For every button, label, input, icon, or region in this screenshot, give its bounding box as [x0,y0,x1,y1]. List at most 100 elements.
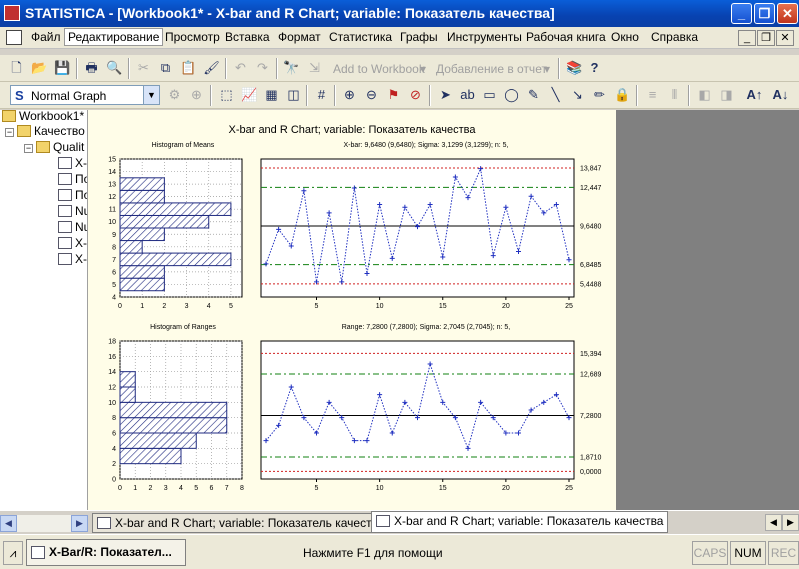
find-icon[interactable]: 🔭 [283,60,300,76]
control-x-tick: 20 [502,303,510,310]
scroll-left-icon[interactable]: ◀ [0,515,17,532]
task-tab[interactable]: X-Bar/R: Показател... [26,539,186,566]
add-to-workbook-dropdown-icon[interactable]: ▾ [420,62,426,76]
books-icon[interactable]: 📚 [566,60,583,76]
brush-icon[interactable]: ⚑ [385,87,402,103]
menu-file[interactable]: Файл [31,30,61,44]
tree-node-item[interactable]: X- [58,156,87,172]
menu-edit[interactable]: Редактирование [64,28,164,46]
menu-statistics[interactable]: Статистика [329,30,392,44]
tree-node-workbook[interactable]: Workbook1* [2,110,84,125]
menu-insert[interactable]: Вставка [225,30,270,44]
print-icon[interactable]: 🖶 [83,60,100,76]
font-increase-icon[interactable]: A↑ [746,87,763,103]
graph-style-select[interactable]: S Normal Graph ▼ [10,85,160,105]
format-painter-icon[interactable]: 🖌 [203,60,220,76]
tab-xbar-chart-1[interactable]: X-bar and R Chart; variable: Показатель … [92,513,390,533]
zoom-out-icon[interactable]: ⊖ [363,87,380,103]
spreadsheet-icon [58,189,72,201]
lock-icon[interactable]: 🔒 [614,87,631,103]
cut-icon[interactable]: ✂ [135,60,152,76]
histogram-y-tick: 7 [112,257,116,264]
redo-icon[interactable]: ↷ [254,60,271,76]
pen-tool-icon[interactable]: ✎ [525,87,542,103]
align-icon[interactable]: ≡ [644,87,661,103]
chart-mode-icon[interactable]: ⩘ [3,541,23,565]
histogram-x-tick: 1 [140,303,144,310]
menu-window[interactable]: Окно [611,30,639,44]
add-to-report-button[interactable]: Добавление в отчет [436,62,547,76]
menu-tools[interactable]: Инструменты [447,30,522,44]
zoom-in-icon[interactable]: ⊕ [341,87,358,103]
graph-zoom-icon[interactable]: ⊕ [188,87,205,103]
scroll-right-icon[interactable]: ▶ [71,515,88,532]
menu-view[interactable]: Просмотр [165,30,220,44]
horizontal-scrollbar[interactable]: ◀ ▶ [0,515,88,532]
rectangle-tool-icon[interactable]: ▭ [481,87,498,103]
pointer-icon[interactable]: ➤ [437,87,454,103]
app-icon[interactable] [4,5,20,21]
tree-node-item[interactable]: По [58,188,87,204]
graph-edit-icon[interactable]: 📈 [241,87,258,103]
open-icon[interactable]: 📂 [31,60,48,76]
tree-node-item[interactable]: X- [58,252,87,268]
histogram-y-tick: 4 [112,446,116,453]
bring-front-icon[interactable]: ◧ [696,87,713,103]
menu-workbook[interactable]: Рабочая книга [526,30,606,44]
undo-icon[interactable]: ↶ [232,60,249,76]
print-preview-icon[interactable]: 🔍 [106,60,123,76]
mdi-restore-button[interactable]: ❐ [757,30,775,46]
close-button[interactable]: ✕ [777,3,798,24]
tree-node-quality[interactable]: − Качество [5,124,85,140]
tabs-scroll-right-icon[interactable]: ▶ [782,514,799,531]
menu-format[interactable]: Формат [278,30,321,44]
arrow-tool-icon[interactable]: ↘ [569,87,586,103]
histogram-x-tick: 6 [210,485,214,492]
histogram-bar [119,447,182,465]
save-icon[interactable]: 💾 [54,60,71,76]
grid-icon[interactable]: # [313,87,330,103]
histogram-y-tick: 10 [108,400,116,407]
text-tool-icon[interactable]: ab [459,87,476,103]
stop-icon[interactable]: ⊘ [407,87,424,103]
add-to-report-dropdown-icon[interactable]: ▾ [544,62,550,76]
mdi-minimize-button[interactable]: _ [738,30,756,46]
collapse-icon[interactable]: − [5,128,14,137]
pencil-tool-icon[interactable]: ✏ [591,87,608,103]
ellipse-tool-icon[interactable]: ◯ [503,87,520,103]
menu-graphs[interactable]: Графы [400,30,438,44]
mdi-close-button[interactable]: ✕ [776,30,794,46]
tree-node-item[interactable]: По [58,172,87,188]
help-text: Нажмите F1 для помощи [303,546,443,560]
line-tool-icon[interactable]: ╲ [547,87,564,103]
graph-option-icon[interactable]: ⚙ [166,87,183,103]
range-subtitle: Range: 7,2800 (7,2800); Sigma: 2,7045 (2… [342,324,511,331]
tab-xbar-chart-2[interactable]: X-bar and R Chart; variable: Показатель … [371,511,669,533]
menu-help[interactable]: Справка [651,30,698,44]
tree-node-item[interactable]: X- [58,236,87,252]
tree-node-quality-control[interactable]: − Qualit [24,140,84,156]
workbook-tree: Workbook1* −Качество −Qualit X-ПоПоNuNuX… [0,110,88,510]
context-help-icon[interactable]: ? [586,60,603,76]
histogram-bar [119,202,232,216]
graph-page[interactable]: X-bar and R Chart; variable: Показатель … [88,110,616,510]
select-area-icon[interactable]: ⬚ [218,87,235,103]
graph-layout-icon[interactable]: ◫ [285,87,302,103]
tabs-scroll-left-icon[interactable]: ◀ [765,514,782,531]
collapse-icon[interactable]: − [24,144,33,153]
tree-node-item[interactable]: Nu [58,204,87,220]
new-icon[interactable]: 🗋 [8,60,25,76]
font-decrease-icon[interactable]: A↓ [772,87,789,103]
paste-icon[interactable]: 📋 [180,60,197,76]
chevron-down-icon[interactable]: ▼ [143,86,159,104]
maximize-button[interactable]: ❐ [754,3,775,24]
tree-node-item[interactable]: Nu [58,220,87,236]
graph-data-icon[interactable]: ▦ [263,87,280,103]
add-to-workbook-button[interactable]: Add to Workbook [333,62,425,76]
control-x-tick: 15 [439,303,447,310]
copy-icon[interactable]: ⧉ [157,60,174,76]
distribute-icon[interactable]: ⦀ [666,87,683,103]
document-icon[interactable] [6,30,22,45]
minimize-button[interactable]: _ [731,3,752,24]
send-back-icon[interactable]: ◨ [718,87,735,103]
